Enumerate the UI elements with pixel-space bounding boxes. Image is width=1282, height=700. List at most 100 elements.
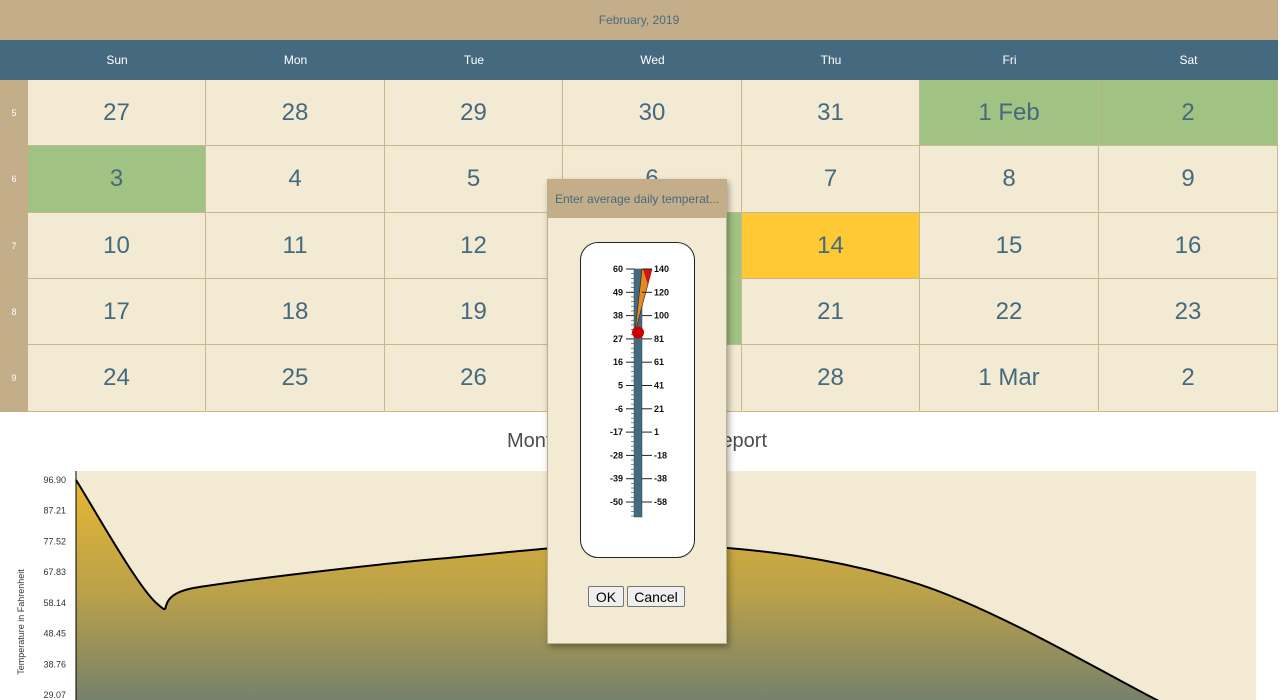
fahrenheit-tick-label: 61 [654,357,664,367]
calendar-day-cell[interactable]: 28 [206,80,385,146]
calendar-day-cell[interactable]: 30 [563,80,742,146]
thermometer-gauge[interactable]: 60 49 38 27 16 5 -6 -17 -28 -39 -50 140 120 100 81 61 41… [581,243,696,559]
fahrenheit-tick-label: -58 [654,497,667,507]
calendar-day-cell[interactable]: 8 [920,146,1099,213]
week-number: 7 [11,241,17,251]
fahrenheit-tick-label: 120 [654,287,669,297]
calendar-day-cell[interactable]: 2 [1099,80,1278,146]
day-label: 25 [281,364,309,391]
calendar-day-cell[interactable]: 9 [1099,146,1278,213]
calendar-day-cell[interactable]: 5 [385,146,563,213]
day-label: 29 [460,98,487,126]
day-label: 12 [460,231,487,259]
y-tick-label: 67.83 [43,567,66,577]
week-number: 8 [11,307,17,317]
temperature-value-handle[interactable] [632,326,644,339]
chart-title-left: Mont [506,430,552,452]
calendar-title[interactable]: February, 2019 [0,0,1278,40]
calendar-day-cell[interactable]: 22 [920,279,1099,345]
day-label: 15 [995,231,1023,259]
fahrenheit-tick-label: 1 [654,427,659,437]
celsius-tick-label: 27 [613,334,623,344]
day-label: 31 [817,98,844,126]
day-label: 24 [103,364,130,391]
y-axis-label: Temperature in Fahrenheit [16,569,26,675]
day-label: 26 [460,364,487,391]
calendar-day-cell[interactable]: 31 [742,80,920,146]
y-tick-label: 87.21 [43,506,66,516]
fahrenheit-tick-label: 140 [654,264,669,274]
fahrenheit-tick-label: 41 [654,381,664,391]
calendar-day-cell[interactable]: 12 [385,213,563,279]
fahrenheit-tick-label: -38 [654,474,667,484]
weekday-sun: Sun [106,53,128,67]
day-label: 1 Feb [978,98,1040,126]
calendar-day-cell[interactable]: 26 [385,345,563,412]
dialog-title: Enter average daily temperat... [548,180,726,218]
day-label: 21 [817,297,844,325]
y-tick-label: 38.76 [43,659,66,669]
y-tick-label: 29.07 [43,690,66,700]
calendar-day-cell[interactable]: 18 [206,279,385,345]
calendar-day-cell[interactable]: 15 [920,213,1099,279]
calendar-day-cell[interactable]: 25 [206,345,385,412]
day-label: 27 [103,98,130,126]
celsius-tick-label: 60 [613,264,623,274]
day-label: 18 [281,297,309,325]
day-label: 9 [1181,165,1195,192]
weekday-header: Sun Mon Tue Wed Thu Fri Sat [0,40,1278,80]
calendar-day-cell[interactable]: 3 [28,146,206,213]
calendar-day-cell[interactable]: 10 [28,213,206,279]
fahrenheit-tick-label: 81 [654,334,664,344]
calendar-day-cell[interactable]: 24 [28,345,206,412]
celsius-tick-label: 38 [613,311,623,321]
day-label: 5 [466,165,481,192]
day-label: 22 [995,297,1023,325]
celsius-tick-label: -39 [610,474,623,484]
ok-button[interactable]: OK [588,586,624,607]
weekday-thu: Thu [820,53,842,67]
day-label: 2 [1181,364,1195,391]
weekday-tue: Tue [463,53,485,67]
calendar-day-cell[interactable]: 28 [742,345,920,412]
celsius-tick-label: 5 [618,381,623,391]
celsius-tick-label: -50 [610,497,623,507]
weekday-wed: Wed [640,53,665,67]
day-label: 17 [103,297,130,325]
weekday-sat: Sat [1179,53,1198,67]
weekday-fri: Fri [1002,53,1017,67]
y-tick-label: 48.45 [43,629,66,639]
day-label: 1 Mar [978,364,1040,391]
calendar-day-cell[interactable]: 2 [1099,345,1278,412]
cancel-button[interactable]: Cancel [627,586,685,607]
calendar-day-cell[interactable]: 21 [742,279,920,345]
day-label: 3 [109,165,124,192]
calendar-day-cell[interactable]: 17 [28,279,206,345]
day-label: 23 [1174,297,1202,325]
calendar-day-cell[interactable]: 7 [742,146,920,213]
calendar-day-cell[interactable]: 23 [1099,279,1278,345]
day-label: 16 [1174,231,1202,259]
day-label: 2 [1181,98,1195,126]
calendar-day-cell[interactable]: 1 Feb [920,80,1099,146]
week-number: 9 [11,373,17,383]
calendar-day-cell[interactable]: 27 [28,80,206,146]
day-label: 4 [288,165,302,192]
chart-title-right: eport [721,430,768,452]
calendar-day-cell[interactable]: 4 [206,146,385,213]
celsius-tick-label: -6 [615,404,623,414]
calendar-day-cell[interactable]: 14 [742,213,920,279]
calendar-day-cell[interactable]: 1 Mar [920,345,1099,412]
calendar-day-cell[interactable]: 16 [1099,213,1278,279]
day-label: 14 [817,231,844,259]
y-tick-label: 77.52 [43,536,66,546]
celsius-tick-label: -28 [610,450,623,460]
day-label: 28 [817,364,844,391]
calendar-day-cell[interactable]: 29 [385,80,563,146]
day-label: 28 [281,98,309,126]
celsius-tick-label: 16 [613,357,623,367]
calendar-day-cell[interactable]: 19 [385,279,563,345]
celsius-tick-label: 49 [613,287,623,297]
calendar-day-cell[interactable]: 11 [206,213,385,279]
week-number: 5 [11,108,17,118]
